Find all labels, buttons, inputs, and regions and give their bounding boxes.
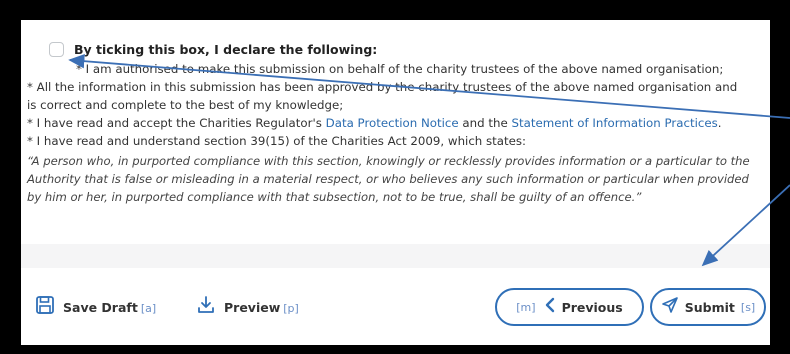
declaration-line-authorised: * I am authorised to make this submissio…	[76, 62, 724, 76]
previous-label: Previous	[561, 299, 623, 315]
declaration-section: By ticking this box, I declare the follo…	[21, 20, 770, 244]
save-icon	[35, 295, 55, 319]
submit-label: Submit	[684, 299, 735, 315]
statement-info-practices-link[interactable]: Statement of Information Practices	[511, 116, 717, 130]
section-divider-strip	[21, 244, 770, 268]
form-footer: Save Draft [a] Preview [p] [m] Previous …	[21, 268, 770, 345]
preview-shortcut: [p]	[283, 301, 299, 315]
read-accept-mid: and the	[458, 116, 512, 130]
charities-act-quote: “A person who, in purported compliance w…	[27, 154, 750, 204]
save-draft-button[interactable]: Save Draft [a]	[35, 295, 157, 319]
read-accept-suffix: .	[717, 116, 722, 130]
read-accept-prefix: * I have read and accept the Charities R…	[27, 116, 326, 130]
previous-button[interactable]: [m] Previous	[495, 288, 644, 326]
preview-label: Preview [p]	[224, 299, 299, 315]
save-draft-label: Save Draft [a]	[63, 299, 157, 315]
save-draft-shortcut: [a]	[140, 301, 157, 315]
declaration-line-approved: * All the information in this submission…	[27, 80, 738, 94]
screenshot-frame: By ticking this box, I declare the follo…	[0, 0, 790, 354]
data-protection-notice-link[interactable]: Data Protection Notice	[326, 116, 459, 130]
declaration-line-section: * I have read and understand section 39(…	[27, 134, 527, 148]
declaration-panel: By ticking this box, I declare the follo…	[21, 20, 770, 345]
send-icon	[661, 296, 679, 318]
declaration-heading: By ticking this box, I declare the follo…	[74, 42, 378, 57]
declaration-line-correct: is correct and complete to the best of m…	[27, 98, 344, 112]
submit-button[interactable]: Submit [s]	[650, 288, 766, 326]
download-icon	[196, 295, 216, 319]
submit-shortcut: [s]	[740, 300, 756, 314]
declaration-checkbox[interactable]	[49, 42, 64, 57]
chevron-left-icon	[544, 297, 556, 317]
preview-button[interactable]: Preview [p]	[196, 295, 299, 319]
declaration-line-read-accept: * I have read and accept the Charities R…	[27, 116, 721, 130]
previous-shortcut: [m]	[516, 300, 536, 314]
